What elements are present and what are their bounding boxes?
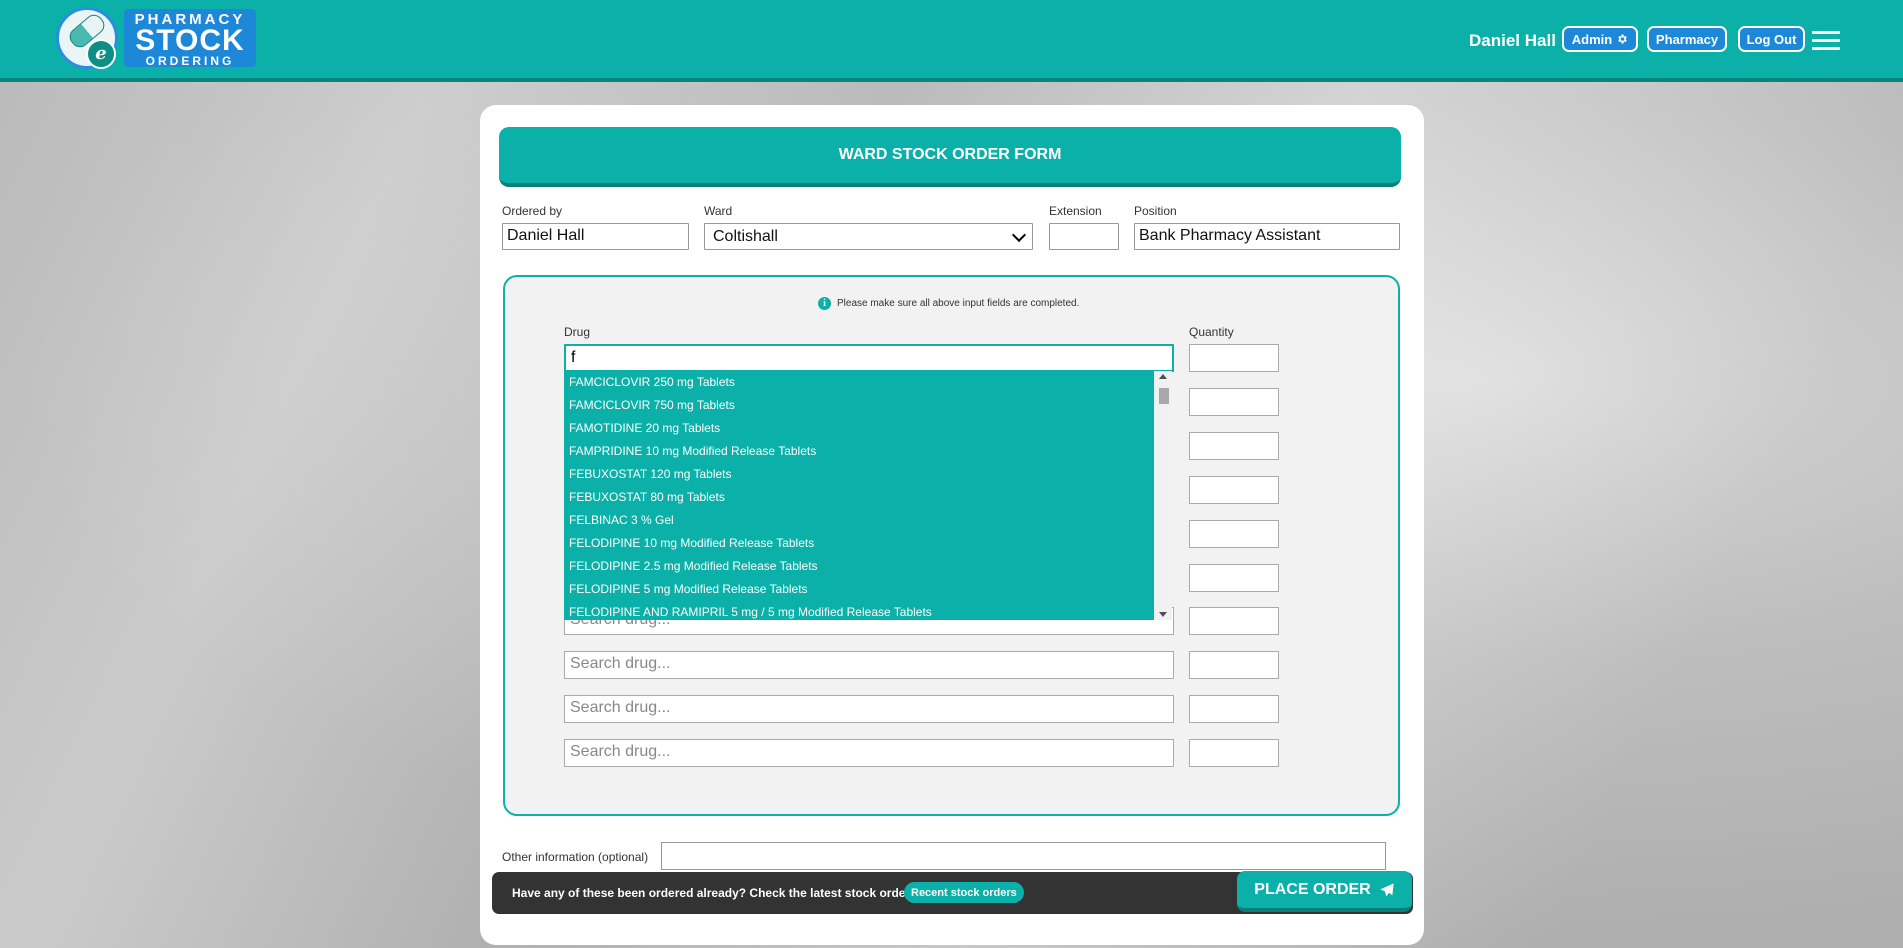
logo-line-2: STOCK xyxy=(135,24,245,57)
autocomplete-option[interactable]: FEBUXOSTAT 120 mg Tablets xyxy=(564,463,1154,486)
logout-button[interactable]: Log Out xyxy=(1738,26,1805,52)
quantity-input[interactable] xyxy=(1189,651,1279,679)
admin-button[interactable]: Admin xyxy=(1562,26,1638,52)
info-icon: i xyxy=(818,297,831,310)
quantity-input[interactable] xyxy=(1189,739,1279,767)
autocomplete-option[interactable]: FELODIPINE 10 mg Modified Release Tablet… xyxy=(564,532,1154,555)
completion-notice-text: Please make sure all above input fields … xyxy=(837,298,1080,309)
position-field[interactable]: Bank Pharmacy Assistant xyxy=(1134,223,1400,250)
ordered-by-label: Ordered by xyxy=(502,204,563,218)
paper-plane-icon xyxy=(1380,882,1394,897)
current-user-name: Daniel Hall xyxy=(1469,31,1556,50)
admin-button-label: Admin xyxy=(1571,31,1613,47)
other-info-field[interactable] xyxy=(661,842,1386,870)
other-info-label: Other information (optional) xyxy=(502,850,649,864)
extension-field[interactable] xyxy=(1049,223,1119,250)
autocomplete-scrollbar[interactable] xyxy=(1154,371,1172,620)
recent-orders-prompt: Have any of these been ordered already? … xyxy=(512,886,921,900)
autocomplete-option[interactable]: FAMOTIDINE 20 mg Tablets xyxy=(564,417,1154,440)
scrollbar-thumb[interactable] xyxy=(1159,388,1169,404)
quantity-input[interactable] xyxy=(1189,564,1279,592)
position-label: Position xyxy=(1134,204,1177,218)
form-title: WARD STOCK ORDER FORM xyxy=(499,127,1401,187)
ordered-by-field[interactable]: Daniel Hall xyxy=(502,223,689,250)
quantity-input[interactable] xyxy=(1189,695,1279,723)
autocomplete-option[interactable]: FEBUXOSTAT 80 mg Tablets xyxy=(564,486,1154,509)
drug-search-input[interactable]: Search drug... xyxy=(564,651,1174,679)
hamburger-menu-icon[interactable] xyxy=(1812,31,1840,51)
drug-search-input[interactable]: Search drug... xyxy=(564,695,1174,723)
scroll-down-arrow-icon[interactable] xyxy=(1159,612,1167,617)
top-navigation-bar: e PHARMACY STOCK ORDERING Daniel Hall Ad… xyxy=(0,0,1903,82)
quantity-input[interactable] xyxy=(1189,476,1279,504)
quantity-input[interactable] xyxy=(1189,432,1279,460)
quantity-input[interactable] xyxy=(1189,520,1279,548)
logo-wordmark: PHARMACY STOCK ORDERING xyxy=(124,9,256,68)
autocomplete-option[interactable]: FAMCICLOVIR 750 mg Tablets xyxy=(564,394,1154,417)
place-order-button[interactable]: PLACE ORDER xyxy=(1237,871,1412,912)
ward-select[interactable]: Coltishall xyxy=(704,223,1033,250)
autocomplete-option[interactable]: FELBINAC 3 % Gel xyxy=(564,509,1154,532)
completion-notice: i Please make sure all above input field… xyxy=(818,297,1079,310)
autocomplete-option[interactable]: FELODIPINE 5 mg Modified Release Tablets xyxy=(564,578,1154,601)
quantity-input[interactable] xyxy=(1189,388,1279,416)
drug-search-input[interactable]: Search drug... xyxy=(564,739,1174,767)
recent-stock-orders-button[interactable]: Recent stock orders xyxy=(904,882,1024,903)
ward-selected-value: Coltishall xyxy=(713,227,778,245)
ward-label: Ward xyxy=(704,204,733,218)
place-order-label: PLACE ORDER xyxy=(1254,880,1371,898)
scroll-up-arrow-icon[interactable] xyxy=(1159,374,1167,379)
chevron-down-icon xyxy=(1011,227,1027,242)
extension-label: Extension xyxy=(1049,204,1102,218)
app-logo[interactable]: e PHARMACY STOCK ORDERING xyxy=(54,7,256,70)
logo-e-badge: e xyxy=(86,39,116,69)
autocomplete-option[interactable]: FELODIPINE 2.5 mg Modified Release Table… xyxy=(564,555,1154,578)
autocomplete-option[interactable]: FELODIPINE AND RAMIPRIL 5 mg / 5 mg Modi… xyxy=(564,601,1154,620)
gear-icon xyxy=(1618,34,1628,44)
autocomplete-option[interactable]: FAMPRIDINE 10 mg Modified Release Tablet… xyxy=(564,440,1154,463)
drug-autocomplete-list: FAMCICLOVIR 250 mg Tablets FAMCICLOVIR 7… xyxy=(564,371,1154,620)
quantity-column-label: Quantity xyxy=(1189,325,1234,339)
pharmacy-button[interactable]: Pharmacy xyxy=(1647,26,1727,52)
quantity-input[interactable] xyxy=(1189,607,1279,635)
quantity-input[interactable] xyxy=(1189,344,1279,372)
drug-search-input[interactable]: f xyxy=(564,344,1174,372)
drug-column-label: Drug xyxy=(564,325,591,339)
autocomplete-option[interactable]: FAMCICLOVIR 250 mg Tablets xyxy=(564,371,1154,394)
